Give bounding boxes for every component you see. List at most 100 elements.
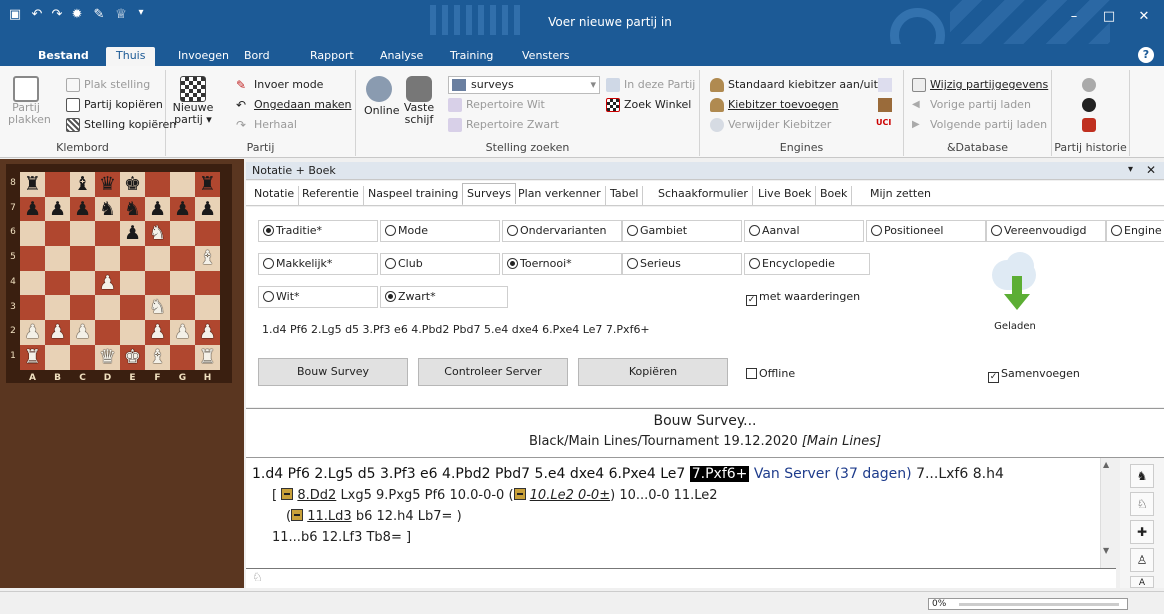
pane-close-icon[interactable]: ✕ [1146,163,1156,177]
square-g3[interactable] [170,295,195,321]
square-g8[interactable] [170,172,195,197]
square-g7[interactable]: ♟ [170,196,195,222]
zoek-winkel-button[interactable]: Zoek Winkel [606,96,691,114]
black-knight-icon[interactable]: ♞ [99,199,116,219]
uci-icon[interactable]: UCI [876,118,894,130]
square-e2[interactable] [120,320,145,345]
square-b7[interactable]: ♟ [45,196,70,222]
square-c6[interactable] [70,221,95,247]
square-c1[interactable] [70,344,95,370]
square-c7[interactable]: ♟ [70,196,95,222]
standaard-kiebitzer-button[interactable]: Standaard kiebitzer aan/uit [710,76,878,94]
square-b8[interactable] [45,172,70,197]
square-h2[interactable]: ♟ [195,320,220,345]
mainline-moves[interactable]: 1.d4 Pf6 2.Lg5 d5 3.Pf3 e6 4.Pbd2 Pbd7 5… [252,466,685,482]
square-b2[interactable]: ♟ [45,320,70,345]
variation-moves[interactable]: b6 12.h4 Lb7= ) [356,509,462,524]
square-b3[interactable] [45,295,70,321]
move-input-bar[interactable]: ♘ [246,568,1116,588]
black-queen-icon[interactable]: ♛ [99,174,116,194]
save-icon[interactable]: ▣ [6,7,24,22]
herhaal-button[interactable]: ↷ Herhaal [236,116,297,134]
black-rook-icon[interactable]: ♜ [199,174,216,194]
history-forward-icon[interactable] [1082,98,1096,112]
invoer-mode-button[interactable]: ✎ Invoer mode [236,76,323,94]
square-d2[interactable] [95,320,120,345]
square-a8[interactable]: ♜ [20,172,45,197]
square-f7[interactable]: ♟ [145,196,170,222]
square-c4[interactable] [70,270,95,296]
square-h8[interactable]: ♜ [195,172,220,197]
white-king-icon[interactable]: ♚ [124,347,141,367]
square-a6[interactable] [20,221,45,247]
radio-gambiet[interactable]: Gambiet [622,220,742,242]
tab-bord[interactable]: Bord [234,47,280,66]
square-e8[interactable]: ♚ [120,172,145,197]
square-e5[interactable] [120,246,145,271]
radio-aanval[interactable]: Aanval [744,220,864,242]
square-h3[interactable] [195,295,220,321]
black-pawn-icon[interactable]: ♟ [24,199,41,219]
met-waarderingen-checkbox[interactable]: ✓ met waarderingen [746,290,860,306]
variation-move[interactable]: 11.Ld3 [307,509,351,524]
subtab-surveys[interactable]: Surveys [462,183,516,204]
current-move[interactable]: 7.Pxf6+ [689,466,750,482]
square-d7[interactable]: ♞ [95,196,120,222]
kopieren-button[interactable]: Kopiëren [578,358,728,386]
stelling-kopieren-button[interactable]: Stelling kopiëren [66,116,176,134]
white-rook-icon[interactable]: ♜ [199,347,216,367]
radio-encyclopedie[interactable]: Encyclopedie [744,253,870,275]
square-f2[interactable]: ♟ [145,320,170,345]
white-pawn-icon[interactable]: ♟ [24,322,41,342]
square-e4[interactable] [120,270,145,296]
online-button[interactable]: Online [364,76,399,120]
engine-cloud-icon[interactable] [878,78,892,92]
paste-button[interactable]: Partij plakken [8,76,51,126]
square-h4[interactable] [195,270,220,296]
controleer-server-button[interactable]: Controleer Server [418,358,568,386]
black-rook-icon[interactable]: ♜ [24,174,41,194]
vorige-partij-button[interactable]: ◀ Vorige partij laden [912,96,1031,114]
square-d6[interactable] [95,221,120,247]
square-b1[interactable] [45,344,70,370]
customize-icon[interactable]: ♕ [112,7,130,22]
square-a4[interactable] [20,270,45,296]
radio-ondervarianten[interactable]: Ondervarianten [502,220,622,242]
radio-traditie[interactable]: Traditie* [258,220,378,242]
square-c3[interactable] [70,295,95,321]
mainline-continuation[interactable]: 7...Lxf6 8.h4 [916,466,1004,482]
square-a7[interactable]: ♟ [20,196,45,222]
pane-menu-icon[interactable]: ▾ [1128,164,1133,175]
square-h5[interactable]: ♝ [195,246,220,271]
black-king-icon[interactable]: ♚ [124,174,141,194]
square-f5[interactable] [145,246,170,271]
square-b4[interactable] [45,270,70,296]
square-f3[interactable]: ♞ [145,295,170,321]
white-pawn-icon[interactable]: ♟ [49,322,66,342]
radio-makkelijk[interactable]: Makkelijk* [258,253,378,275]
scroll-down-icon[interactable]: ▼ [1103,546,1109,555]
tab-invoegen[interactable]: Invoegen [168,47,239,66]
white-rook-icon[interactable]: ♜ [24,347,41,367]
square-e1[interactable]: ♚ [120,344,145,370]
offline-checkbox[interactable]: Offline [746,367,795,380]
square-a3[interactable] [20,295,45,321]
square-d1[interactable]: ♛ [95,344,120,370]
white-pawn-icon[interactable]: ♟ [99,273,116,293]
variation-moves-cont[interactable]: ) 10...0-0 11.Le2 [610,488,717,503]
tab-bestand[interactable]: Bestand [28,47,99,66]
tab-rapport[interactable]: Rapport [300,47,364,66]
scroll-up-icon[interactable]: ▲ [1103,460,1109,469]
chevron-down-icon[interactable]: ▾ [590,77,596,93]
square-h7[interactable]: ♟ [195,196,220,222]
plak-stelling-button[interactable]: Plak stelling [66,76,150,94]
black-pawn-icon[interactable]: ♟ [174,199,191,219]
nieuwe-partij-button[interactable]: Nieuwe partij ▾ [172,76,214,126]
in-deze-partij-button[interactable]: In deze Partij [606,76,695,94]
qat-dropdown-icon[interactable]: ▾ [132,7,150,18]
square-b5[interactable] [45,246,70,271]
tab-analyse[interactable]: Analyse [370,47,433,66]
chessboard[interactable]: ♜ ♝ ♛ ♚ ♜ ♟ ♟ ♟ ♞ ♞ ♟ ♟ ♟ ♟ ♞ ♝ ♟ ♞ ♟ ♟ ♟ ♟ ♟ ♟ ♜ ♛ ♚ ♝ ♜ [20,172,220,370]
knight-tool-icon[interactable]: ♘ [1130,492,1154,516]
square-f6[interactable]: ♞ [145,221,170,247]
